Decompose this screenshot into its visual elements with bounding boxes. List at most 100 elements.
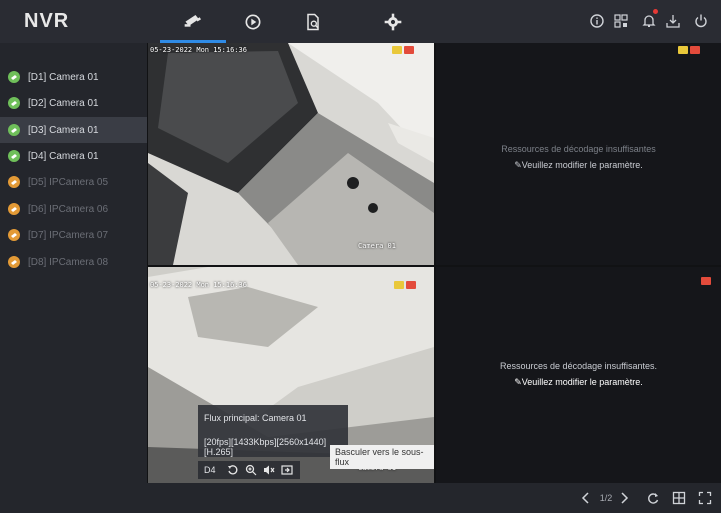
camera-item-d8[interactable]: [D8] IPCamera 08 bbox=[0, 249, 147, 275]
nav-live-view[interactable] bbox=[160, 0, 226, 43]
camera-item-d1[interactable]: [D1] Camera 01 bbox=[0, 64, 147, 90]
switch-substream-tooltip: Basculer vers le sous-flux bbox=[330, 445, 434, 469]
camera-status-icon bbox=[8, 97, 20, 109]
file-search-icon bbox=[307, 13, 319, 30]
camera-status-icon bbox=[8, 71, 20, 83]
camera-feed-image bbox=[148, 43, 434, 265]
recording-icon bbox=[701, 277, 711, 285]
motion-alarm-icon bbox=[394, 281, 404, 289]
next-page-button[interactable] bbox=[617, 490, 631, 506]
power-button[interactable] bbox=[692, 12, 710, 30]
stream-title: Flux principal: Camera 01 bbox=[204, 413, 307, 423]
camera-item-d2[interactable]: [D2] Camera 01 bbox=[0, 90, 147, 116]
bell-icon bbox=[642, 15, 656, 27]
refresh-button[interactable] bbox=[645, 490, 661, 506]
download-button[interactable] bbox=[664, 12, 682, 30]
power-icon bbox=[695, 14, 707, 28]
prev-page-button[interactable] bbox=[579, 490, 593, 506]
chevron-left-icon bbox=[581, 492, 589, 504]
camera-label: [D6] IPCamera 06 bbox=[28, 203, 109, 215]
decode-error-hint: ✎Veuillez modifier le paramètre. bbox=[514, 377, 643, 387]
camera-icon bbox=[184, 15, 201, 27]
camera-label: [D3] Camera 01 bbox=[28, 124, 99, 136]
tile-toolbar: D4 bbox=[198, 461, 300, 479]
app-logo: NVR bbox=[24, 10, 70, 32]
osd-timestamp: 05-23-2022 Mon 15:16:36 bbox=[150, 281, 247, 289]
video-tile-3[interactable]: 05-23-2022 Mon 15:16:36 Camera 01 Flux p… bbox=[148, 267, 434, 483]
camera-label: [D1] Camera 01 bbox=[28, 71, 99, 83]
bottom-bar: 1/2 bbox=[147, 483, 721, 513]
camera-item-d5[interactable]: [D5] IPCamera 05 bbox=[0, 169, 147, 195]
camera-label: [D4] Camera 01 bbox=[28, 150, 99, 162]
notification-badge bbox=[653, 9, 658, 14]
stream-details: [20fps][1433Kbps][2560x1440][H.265] bbox=[204, 437, 327, 457]
camera-label: [D8] IPCamera 08 bbox=[28, 256, 109, 268]
camera-item-d6[interactable]: [D6] IPCamera 06 bbox=[0, 196, 147, 222]
camera-status-icon bbox=[8, 176, 20, 188]
camera-list: [D1] Camera 01 [D2] Camera 01 [D3] Camer… bbox=[0, 43, 147, 513]
tile-status-icons bbox=[678, 46, 700, 54]
chevron-right-icon bbox=[621, 492, 629, 504]
camera-label: [D7] IPCamera 07 bbox=[28, 229, 109, 241]
grid-layout-icon bbox=[672, 491, 686, 505]
download-icon bbox=[666, 15, 680, 28]
zoom-button[interactable] bbox=[244, 463, 258, 477]
decode-error-hint: ✎Veuillez modifier le paramètre. bbox=[514, 160, 643, 170]
osd-timestamp: 05-23-2022 Mon 15:16:36 bbox=[150, 46, 247, 54]
zoom-in-icon bbox=[245, 464, 256, 476]
camera-label: [D2] Camera 01 bbox=[28, 97, 99, 109]
channel-label: D4 bbox=[204, 465, 216, 475]
tile-status-icons bbox=[392, 46, 414, 54]
qr-code-icon bbox=[614, 14, 628, 28]
decode-error-message: Ressources de décodage insuffisantes ✎Ve… bbox=[436, 144, 721, 171]
camera-status-icon bbox=[8, 256, 20, 268]
nav-file-search[interactable] bbox=[280, 0, 346, 43]
recording-icon bbox=[406, 281, 416, 289]
audio-button[interactable] bbox=[262, 463, 276, 477]
replay-icon bbox=[227, 465, 237, 475]
camera-label: [D5] IPCamera 05 bbox=[28, 176, 109, 188]
info-icon bbox=[590, 14, 604, 28]
info-button[interactable] bbox=[588, 12, 606, 30]
decode-error-message: Ressources de décodage insuffisantes. ✎V… bbox=[436, 361, 721, 388]
notifications-button[interactable] bbox=[640, 9, 658, 30]
switch-substream-button[interactable] bbox=[280, 463, 294, 477]
nav-settings[interactable] bbox=[360, 0, 426, 43]
camera-item-d3[interactable]: [D3] Camera 01 bbox=[0, 117, 147, 143]
layout-button[interactable] bbox=[671, 490, 687, 506]
nav-playback[interactable] bbox=[220, 0, 286, 43]
decode-error-title: Ressources de décodage insuffisantes bbox=[501, 144, 656, 154]
decode-error-title: Ressources de décodage insuffisantes. bbox=[500, 361, 657, 371]
tile-status-icons bbox=[394, 281, 416, 289]
video-grid: 05-23-2022 Mon 15:16:36 Camera 01 Ressou… bbox=[147, 43, 721, 483]
instant-playback-button[interactable] bbox=[226, 463, 240, 477]
motion-alarm-icon bbox=[392, 46, 402, 54]
video-tile-2[interactable]: Ressources de décodage insuffisantes ✎Ve… bbox=[436, 43, 721, 265]
qr-code-button[interactable] bbox=[612, 12, 630, 30]
video-tile-1[interactable]: 05-23-2022 Mon 15:16:36 Camera 01 bbox=[148, 43, 434, 265]
camera-status-icon bbox=[8, 229, 20, 241]
stream-info-box: Flux principal: Camera 01 [20fps][1433Kb… bbox=[198, 405, 348, 457]
camera-status-icon bbox=[8, 203, 20, 215]
stream-switch-icon bbox=[280, 465, 293, 475]
top-bar: NVR bbox=[0, 0, 721, 43]
recording-icon bbox=[690, 46, 700, 54]
edit-icon: ✎ bbox=[514, 160, 522, 170]
camera-item-d7[interactable]: [D7] IPCamera 07 bbox=[0, 222, 147, 248]
fullscreen-icon bbox=[698, 491, 712, 505]
camera-status-icon bbox=[8, 150, 20, 162]
page-indicator: 1/2 bbox=[599, 493, 613, 503]
recording-icon bbox=[404, 46, 414, 54]
video-tile-4[interactable]: Ressources de décodage insuffisantes. ✎V… bbox=[436, 267, 721, 483]
gear-icon bbox=[384, 13, 402, 30]
camera-status-icon bbox=[8, 124, 20, 136]
edit-icon: ✎ bbox=[514, 377, 522, 387]
fullscreen-button[interactable] bbox=[697, 490, 713, 506]
camera-item-d4[interactable]: [D4] Camera 01 bbox=[0, 143, 147, 169]
tile-status-icons bbox=[701, 277, 711, 285]
refresh-icon bbox=[648, 493, 659, 504]
playback-icon bbox=[245, 14, 261, 29]
motion-alarm-icon bbox=[678, 46, 688, 54]
mute-icon bbox=[263, 465, 274, 475]
osd-camera-name: Camera 01 bbox=[358, 242, 396, 250]
